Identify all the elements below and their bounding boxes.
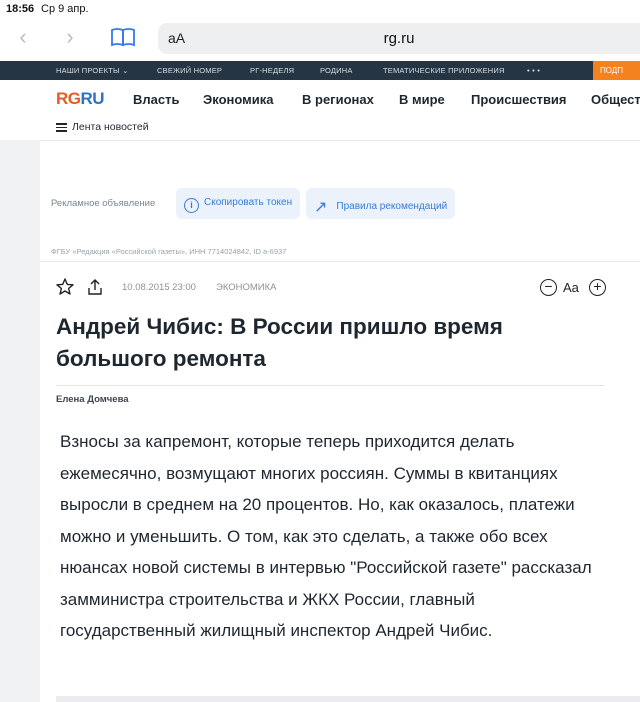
article-author[interactable]: Елена Домчева bbox=[56, 394, 129, 405]
url-text: rg.ru bbox=[383, 30, 415, 47]
projects-item-rodina[interactable]: РОДИНА bbox=[320, 66, 353, 75]
status-date: Ср 9 апр. bbox=[41, 3, 89, 15]
recommendation-rules-button[interactable]: ↗ Правила рекомендаций bbox=[306, 188, 456, 219]
browser-toolbar: ‹ › aA rg.ru bbox=[0, 18, 640, 60]
left-gutter bbox=[0, 140, 40, 702]
forward-chevron-icon[interactable]: › bbox=[58, 26, 82, 50]
article-category[interactable]: ЭКОНОМИКА bbox=[216, 282, 277, 293]
article-date: 10.08.2015 23:00 bbox=[122, 282, 196, 293]
site-logo[interactable]: RGRU bbox=[56, 89, 105, 109]
ad-label: Рекламное объявление bbox=[51, 198, 156, 209]
divider bbox=[56, 385, 604, 386]
back-chevron-icon[interactable]: ‹ bbox=[11, 26, 35, 50]
status-time: 18:56 bbox=[6, 3, 35, 15]
info-icon: i bbox=[184, 198, 199, 213]
subscribe-button[interactable]: ПОДП bbox=[593, 61, 640, 80]
projects-bar: НАШИ ПРОЕКТЫ ⌄ СВЕЖИЙ НОМЕР РГ-НЕДЕЛЯ РО… bbox=[0, 61, 640, 80]
recommendation-rules-label: Правила рекомендаций bbox=[336, 201, 448, 212]
nav-vlast[interactable]: Власть bbox=[133, 92, 179, 107]
nav-world[interactable]: В мире bbox=[399, 92, 445, 107]
nav-economy[interactable]: Экономика bbox=[203, 92, 274, 107]
menu-lines-icon bbox=[56, 121, 67, 134]
nav-society[interactable]: Общест bbox=[591, 92, 640, 107]
article-title: Андрей Чибис: В России пришло время боль… bbox=[56, 314, 503, 371]
projects-more[interactable]: • • • bbox=[527, 66, 540, 75]
decrease-font-button[interactable]: − bbox=[540, 279, 557, 296]
star-icon[interactable] bbox=[55, 277, 75, 297]
nav-incidents[interactable]: Происшествия bbox=[471, 92, 567, 107]
projects-item-thematic[interactable]: ТЕМАТИЧЕСКИЕ ПРИЛОЖЕНИЯ bbox=[383, 66, 505, 75]
content-block-edge bbox=[56, 696, 640, 702]
copy-token-button[interactable]: i Скопировать токен bbox=[176, 188, 301, 219]
projects-item-rg-week[interactable]: РГ-НЕДЕЛЯ bbox=[250, 66, 294, 75]
ad-legal-text: ФГБУ «Редакция «Российской газеты», ИНН … bbox=[51, 247, 287, 256]
bookmarks-book-icon[interactable] bbox=[110, 27, 136, 47]
divider bbox=[40, 261, 640, 262]
projects-menu[interactable]: НАШИ ПРОЕКТЫ ⌄ bbox=[56, 66, 129, 75]
divider bbox=[40, 140, 640, 141]
main-nav: RGRU Власть Экономика В регионах В мире … bbox=[0, 80, 640, 140]
copy-token-label: Скопировать токен bbox=[204, 197, 293, 208]
subscribe-label: ПОДП bbox=[600, 66, 623, 75]
status-bar: 18:56 Ср 9 апр. bbox=[0, 0, 640, 18]
font-size-label: Aa bbox=[563, 280, 579, 295]
address-bar[interactable]: aA rg.ru bbox=[158, 23, 640, 54]
news-feed-label: Лента новостей bbox=[72, 121, 149, 134]
article-lead: Взносы за капремонт, которые теперь прих… bbox=[60, 432, 592, 640]
projects-item-fresh-issue[interactable]: СВЕЖИЙ НОМЕР bbox=[157, 66, 222, 75]
share-icon[interactable] bbox=[85, 277, 105, 297]
nav-regions[interactable]: В регионах bbox=[302, 92, 374, 107]
increase-font-button[interactable]: + bbox=[589, 279, 606, 296]
arrow-up-left-icon: ↗ bbox=[314, 199, 328, 216]
news-feed-link[interactable]: Лента новостей bbox=[56, 121, 149, 134]
